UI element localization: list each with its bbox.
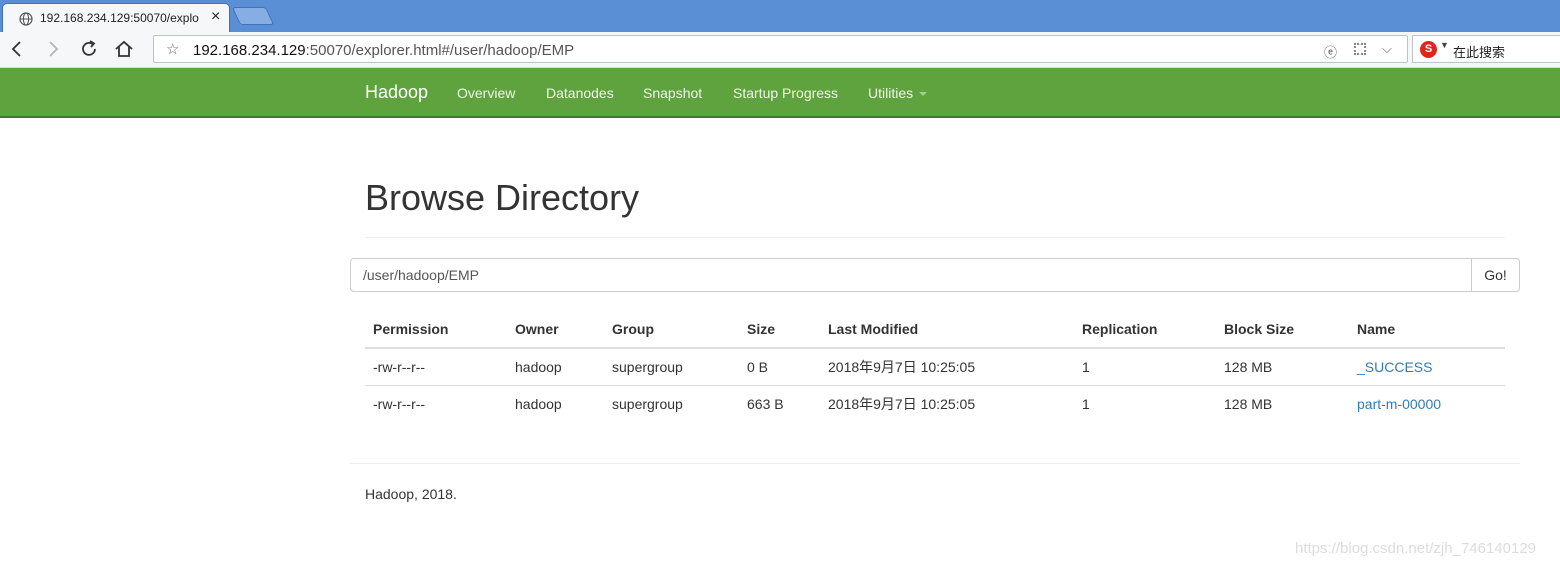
cell-last-modified: 2018年9月7日 10:25:05 xyxy=(820,348,1074,386)
sogou-search-icon[interactable]: S xyxy=(1420,41,1437,58)
file-link[interactable]: part-m-00000 xyxy=(1357,396,1441,412)
cell-last-modified: 2018年9月7日 10:25:05 xyxy=(828,395,976,412)
nav-snapshot[interactable]: Snapshot xyxy=(643,85,702,101)
back-icon[interactable] xyxy=(6,38,28,60)
column-header-last-modified[interactable]: Last Modified xyxy=(820,310,1074,349)
column-header-block-size[interactable]: Block Size xyxy=(1216,310,1349,349)
chevron-down-icon[interactable]: ⌵ xyxy=(1382,41,1392,57)
caret-down-icon xyxy=(919,92,928,97)
close-icon[interactable]: × xyxy=(211,8,220,26)
browser-toolbar: ☆ 192.168.234.129:50070/explorer.html#/u… xyxy=(0,32,1560,68)
cell-replication: 1 xyxy=(1074,348,1216,386)
search-engine-caret-icon[interactable]: ▼ xyxy=(1440,40,1449,50)
navbar-brand[interactable]: Hadoop xyxy=(365,82,428,103)
column-header-permission[interactable]: Permission xyxy=(365,310,507,349)
nav-overview[interactable]: Overview xyxy=(457,85,515,101)
search-box[interactable]: S ▼ 在此搜索 xyxy=(1412,35,1560,63)
table-row: -rw-r--r-- hadoop supergroup 663 B 2018年… xyxy=(365,385,1505,422)
divider xyxy=(365,237,1505,238)
forward-icon[interactable] xyxy=(42,38,64,60)
column-header-size[interactable]: Size xyxy=(739,310,820,349)
column-header-replication[interactable]: Replication xyxy=(1074,310,1216,349)
cell-group: supergroup xyxy=(612,395,683,412)
go-button[interactable]: Go! xyxy=(1471,258,1520,292)
reload-icon[interactable] xyxy=(78,38,100,60)
cell-permission: -rw-r--r-- xyxy=(365,348,507,386)
watermark: https://blog.csdn.net/zjh_746140129 xyxy=(1295,540,1537,557)
nav-utilities[interactable]: Utilities xyxy=(868,85,928,101)
table-header-row: Permission Owner Group Size Last Modifie… xyxy=(365,310,1505,349)
cell-replication: 1 xyxy=(1082,395,1090,412)
cell-size: 663 B xyxy=(747,395,784,412)
address-bar[interactable]: ☆ 192.168.234.129:50070/explorer.html#/u… xyxy=(153,35,1408,63)
directory-path-input[interactable] xyxy=(350,258,1472,292)
column-header-name[interactable]: Name xyxy=(1349,310,1505,349)
column-header-owner[interactable]: Owner xyxy=(507,310,604,349)
home-icon[interactable] xyxy=(113,38,135,60)
cell-group: supergroup xyxy=(604,348,739,386)
nav-datanodes[interactable]: Datanodes xyxy=(546,85,614,101)
ie-compat-icon[interactable]: ⓔ xyxy=(1324,42,1337,61)
footer-divider xyxy=(350,463,1520,464)
browser-tab-strip: 192.168.234.129:50070/explo × xyxy=(0,0,1560,32)
cell-block-size: 128 MB xyxy=(1216,348,1349,386)
globe-icon xyxy=(19,12,33,26)
qr-code-icon[interactable] xyxy=(1354,43,1366,55)
new-tab-button[interactable] xyxy=(231,7,275,25)
cell-owner: hadoop xyxy=(515,395,562,412)
cell-name: _SUCCESS xyxy=(1349,348,1505,386)
url-text[interactable]: 192.168.234.129:50070/explorer.html#/use… xyxy=(193,42,574,59)
nav-startup-progress[interactable]: Startup Progress xyxy=(733,85,838,101)
tab-title: 192.168.234.129:50070/explo xyxy=(40,11,199,25)
file-link[interactable]: _SUCCESS xyxy=(1357,359,1432,375)
cell-name: part-m-00000 xyxy=(1349,385,1505,422)
file-listing-table: Permission Owner Group Size Last Modifie… xyxy=(365,310,1505,422)
bookmark-star-icon[interactable]: ☆ xyxy=(166,40,179,58)
search-placeholder[interactable]: 在此搜索 xyxy=(1453,42,1505,61)
hadoop-navbar: Hadoop Overview Datanodes Snapshot Start… xyxy=(0,68,1560,118)
column-header-group[interactable]: Group xyxy=(604,310,739,349)
cell-size: 0 B xyxy=(739,348,820,386)
page-title: Browse Directory xyxy=(365,177,640,218)
cell-block-size: 128 MB xyxy=(1224,395,1273,412)
table-row: -rw-r--r-- hadoop supergroup 0 B 2018年9月… xyxy=(365,348,1505,386)
browser-tab[interactable]: 192.168.234.129:50070/explo × xyxy=(2,3,230,32)
footer-text: Hadoop, 2018. xyxy=(365,486,457,502)
cell-owner: hadoop xyxy=(507,348,604,386)
nav-utilities-label: Utilities xyxy=(868,85,914,101)
cell-permission: -rw-r--r-- xyxy=(373,395,426,412)
